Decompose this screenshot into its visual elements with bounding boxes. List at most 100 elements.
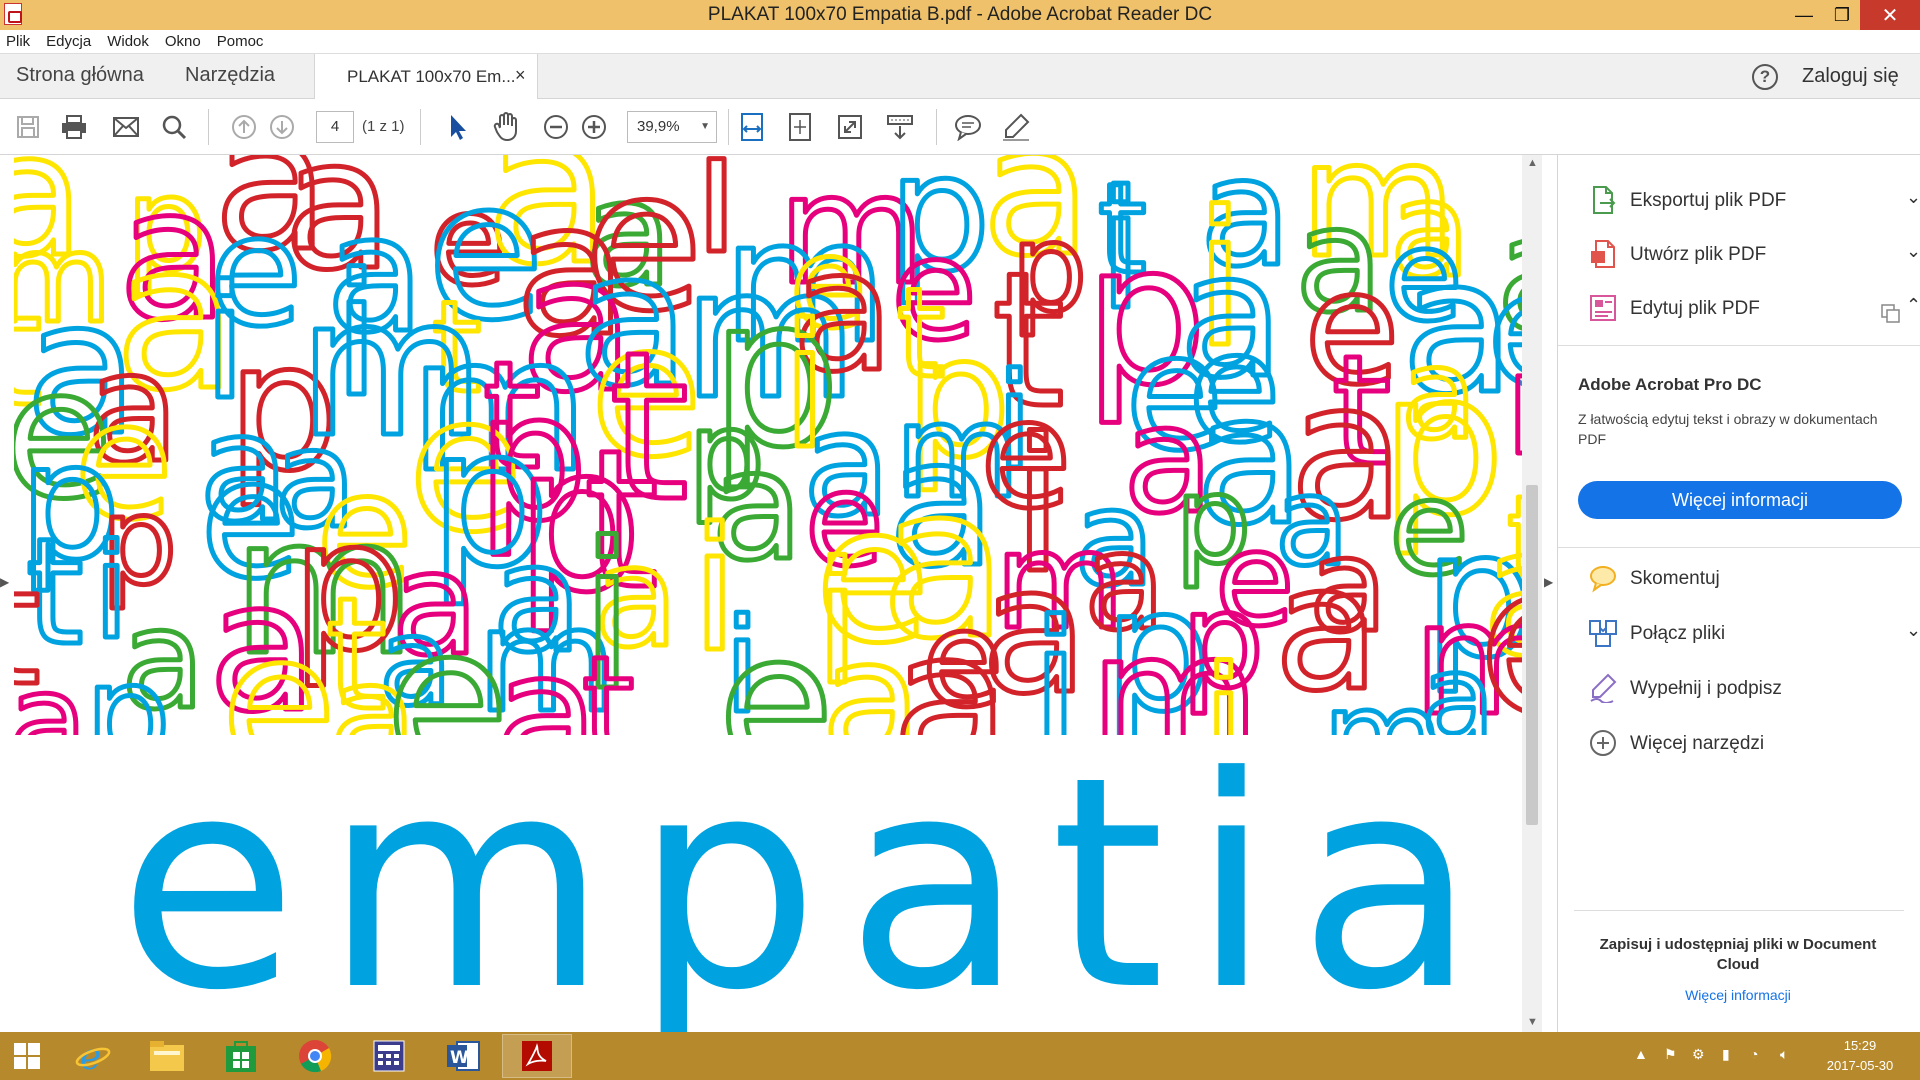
nav-home-link[interactable]: Strona główna [16,64,144,87]
more-info-button[interactable]: Więcej informacji [1578,481,1902,519]
fill-sign-icon [1590,673,1617,703]
chevron-up-icon[interactable]: ⌃ [1906,295,1920,316]
nav-tools-link[interactable]: Narzędzia [185,64,275,87]
combine-files-icon [1589,620,1617,647]
clock-date: 2017-05-30 [1826,1058,1894,1073]
menu-edit[interactable]: Edycja [46,33,91,50]
zoom-select[interactable]: 39,9% ▼ [627,111,717,143]
divider [1558,345,1920,346]
help-icon[interactable]: ? [1752,64,1778,90]
flag-icon[interactable]: ⚑ [1664,1046,1677,1063]
close-tab-icon[interactable]: × [515,65,526,86]
chevron-down-icon: ▼ [700,121,710,132]
tool-export-pdf[interactable]: Eksportuj plik PDF ⌄ [1588,181,1920,221]
search-icon[interactable] [158,111,190,143]
fit-page-icon[interactable] [784,111,816,143]
menu-bar: Plik Edycja Widok Okno Pomoc [0,30,1920,54]
battery-icon[interactable]: ▮ [1722,1046,1730,1063]
tool-label: Eksportuj plik PDF [1630,190,1787,211]
comment-tool-icon [1590,566,1616,593]
fullscreen-icon[interactable] [834,111,866,143]
menu-window[interactable]: Okno [165,33,201,50]
more-tools-icon [1590,730,1616,756]
zoom-out-icon[interactable] [540,111,572,143]
document-tab-label: PLAKAT 100x70 Em... [347,67,516,86]
export-pdf-icon [1593,186,1616,214]
tool-label: Edytuj plik PDF [1630,298,1760,319]
document-view[interactable]: apaaeaaimpatamatmaeaeaemeepiiaeataiitaam… [0,155,1557,1032]
file-explorer-icon[interactable] [132,1034,202,1078]
maximize-button[interactable]: ❐ [1824,0,1860,30]
svg-text:W: W [450,1048,469,1068]
minimize-button[interactable]: — [1786,0,1822,30]
left-pane-toggle-icon[interactable]: ▶ [0,575,9,589]
chevron-down-icon[interactable]: ⌄ [1906,241,1920,262]
store-icon[interactable] [206,1034,276,1078]
highlight-pen-icon[interactable] [1000,111,1032,143]
email-icon[interactable] [110,111,142,143]
save-icon[interactable] [12,111,44,143]
clock[interactable]: 15:29 2017-05-30 [1820,1036,1900,1076]
prev-page-icon[interactable] [228,111,260,143]
document-tab[interactable]: PLAKAT 100x70 Em... × [314,54,538,99]
tool-more-tools[interactable]: Więcej narzędzi [1588,724,1898,764]
tool-create-pdf[interactable]: Utwórz plik PDF ⌄ [1588,235,1920,275]
tool-label: Połącz pliki [1630,623,1726,644]
volume-icon[interactable]: 🔈︎ [1780,1046,1788,1063]
hand-icon[interactable] [490,111,522,143]
scroll-thumb[interactable] [1526,485,1538,825]
edit-pdf-icon [1590,295,1616,321]
tool-combine-files[interactable]: Połącz pliki ⌄ [1588,614,1920,654]
window-title: PLAKAT 100x70 Empatia B.pdf - Adobe Acro… [707,4,1213,25]
tool-label: Utwórz plik PDF [1630,244,1767,265]
print-icon[interactable] [58,111,90,143]
word-icon[interactable]: W [428,1034,498,1078]
select-cursor-icon[interactable] [442,111,474,143]
divider [1574,910,1904,911]
chevron-down-icon[interactable]: ⌄ [1906,187,1920,208]
toolbar: 4 (1 z 1) 39,9% ▼ [0,99,1920,155]
scroll-up-icon[interactable]: ▲ [1527,157,1538,169]
right-pane-toggle-icon[interactable]: ▶ [1544,575,1553,589]
calculator-icon[interactable] [354,1034,424,1078]
title-bar: PLAKAT 100x70 Empatia B.pdf - Adobe Acro… [0,0,1920,30]
zoom-value: 39,9% [637,118,680,135]
show-hidden-icons-icon[interactable]: ▲ [1634,1046,1648,1062]
pdf-page: apaaeaaimpatamatmaeaeaemeepiiaeataiitaam… [14,155,1522,1032]
internet-explorer-icon[interactable]: e [58,1034,128,1078]
scroll-down-icon[interactable]: ▼ [1527,1016,1538,1028]
signin-link[interactable]: Zaloguj się [1802,65,1899,88]
tool-edit-pdf[interactable]: Edytuj plik PDF ⌃ [1588,289,1920,329]
wifi-icon[interactable]: ◔ [1750,1046,1758,1062]
chrome-icon[interactable] [280,1034,350,1078]
copy-icon[interactable] [1880,303,1902,325]
tool-comment[interactable]: Skomentuj [1588,559,1898,599]
tool-label: Skomentuj [1630,568,1720,589]
close-button[interactable]: ✕ [1860,0,1920,30]
tool-label: Więcej narzędzi [1630,733,1765,754]
next-page-icon[interactable] [266,111,298,143]
acrobat-window: PLAKAT 100x70 Empatia B.pdf - Adobe Acro… [0,0,1920,1080]
network-icon[interactable]: ⚙ [1692,1046,1705,1063]
vertical-scrollbar[interactable]: ▲ ▼ [1522,155,1542,1032]
menu-help[interactable]: Pomoc [217,33,264,50]
comment-icon[interactable] [952,111,984,143]
document-cloud-link[interactable]: Więcej informacji [1582,987,1894,1003]
toolbar-separator [936,109,937,145]
toolbar-separator [420,109,421,145]
menu-view[interactable]: Widok [107,33,149,50]
start-button[interactable] [0,1034,54,1078]
page-number-input[interactable]: 4 [316,111,354,143]
fit-width-icon[interactable] [736,111,768,143]
clock-time: 15:29 [1843,1038,1877,1053]
scroll-mode-icon[interactable] [884,111,916,143]
chevron-down-icon[interactable]: ⌄ [1906,620,1920,641]
windows-logo-icon [14,1043,40,1069]
menu-file[interactable]: Plik [6,33,30,50]
acrobat-icon[interactable] [502,1034,572,1078]
tools-pane: Eksportuj plik PDF ⌄ Utwórz plik PDF ⌄ E… [1558,155,1920,1032]
create-pdf-icon [1591,240,1615,268]
zoom-in-icon[interactable] [578,111,610,143]
tool-fill-sign[interactable]: Wypełnij i podpisz [1588,669,1898,709]
page-count: (1 z 1) [362,118,405,135]
